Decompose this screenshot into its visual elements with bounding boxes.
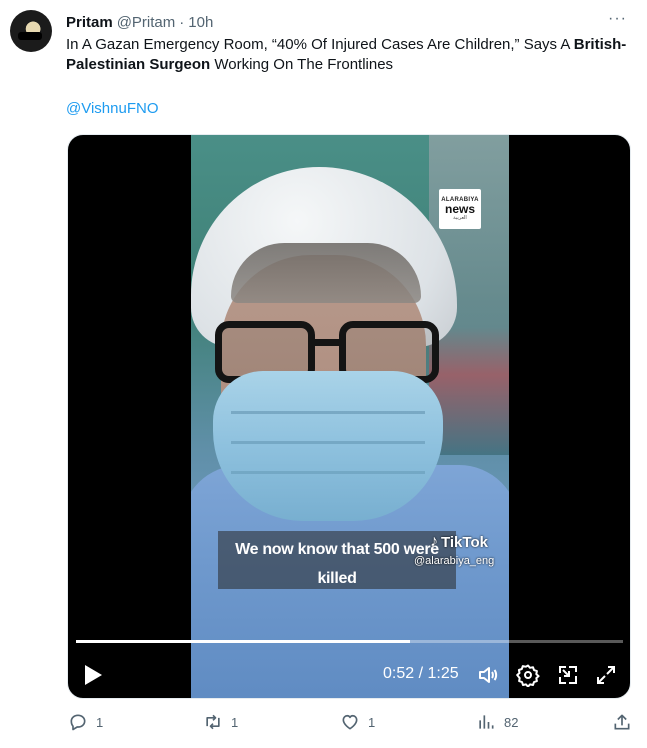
logo-line2: news bbox=[444, 202, 475, 216]
progress-bar[interactable] bbox=[76, 640, 623, 643]
tweet-time[interactable]: 10h bbox=[188, 14, 213, 31]
reply-button[interactable]: 1 bbox=[68, 712, 103, 732]
mention-link[interactable]: @VishnuFNO bbox=[66, 100, 158, 117]
retweet-count: 1 bbox=[231, 714, 239, 730]
tiktok-watermark: ♪ TikTok bbox=[430, 533, 488, 551]
video-time: 0:52 / 1:25 bbox=[383, 665, 459, 682]
author-handle[interactable]: @Pritam bbox=[117, 14, 176, 31]
alarabiya-news-logo: ALARABIYA news العربية bbox=[439, 189, 481, 229]
share-button[interactable] bbox=[612, 712, 640, 732]
picture-in-picture-icon[interactable] bbox=[556, 663, 580, 687]
tweet-text: In A Gazan Emergency Room, “40% Of Injur… bbox=[66, 35, 636, 75]
reply-count: 1 bbox=[96, 714, 104, 730]
tiktok-handle: @alarabiya_eng bbox=[414, 555, 495, 567]
views-count: 82 bbox=[504, 714, 519, 730]
volume-icon[interactable] bbox=[476, 663, 500, 687]
author-name[interactable]: Pritam bbox=[66, 14, 113, 31]
tweet-actions: 1 1 1 82 bbox=[0, 712, 647, 736]
play-icon[interactable] bbox=[82, 663, 104, 687]
reply-icon bbox=[70, 714, 86, 731]
tiktok-label: TikTok bbox=[441, 533, 488, 551]
like-count: 1 bbox=[368, 714, 376, 730]
more-options-button[interactable]: ··· bbox=[608, 11, 627, 27]
fullscreen-icon[interactable] bbox=[594, 663, 618, 687]
tweet-text-part1: In A Gazan Emergency Room, “40% Of Injur… bbox=[66, 36, 574, 53]
views-icon bbox=[479, 715, 494, 729]
caption-line2: killed bbox=[317, 570, 357, 587]
views-button[interactable]: 82 bbox=[476, 712, 518, 732]
surgical-mask bbox=[213, 371, 443, 521]
tiktok-icon: ♪ bbox=[430, 533, 438, 550]
hair bbox=[231, 243, 421, 303]
settings-icon[interactable] bbox=[516, 663, 540, 687]
video-frame[interactable]: ALARABIYA news العربية bbox=[191, 135, 509, 698]
tweet-header: Pritam @Pritam · 10h bbox=[66, 12, 213, 32]
retweet-button[interactable]: 1 bbox=[203, 712, 238, 732]
share-icon bbox=[614, 714, 630, 730]
avatar[interactable] bbox=[10, 10, 52, 52]
separator-dot: · bbox=[179, 13, 185, 31]
like-button[interactable]: 1 bbox=[340, 712, 375, 732]
video-player[interactable]: ALARABIYA news العربية We now know that … bbox=[67, 134, 631, 699]
retweet-icon bbox=[206, 714, 220, 730]
tweet-text-part2: Working On The Frontlines bbox=[210, 56, 394, 73]
progress-bar-fill bbox=[76, 640, 410, 643]
heart-icon bbox=[342, 714, 358, 730]
